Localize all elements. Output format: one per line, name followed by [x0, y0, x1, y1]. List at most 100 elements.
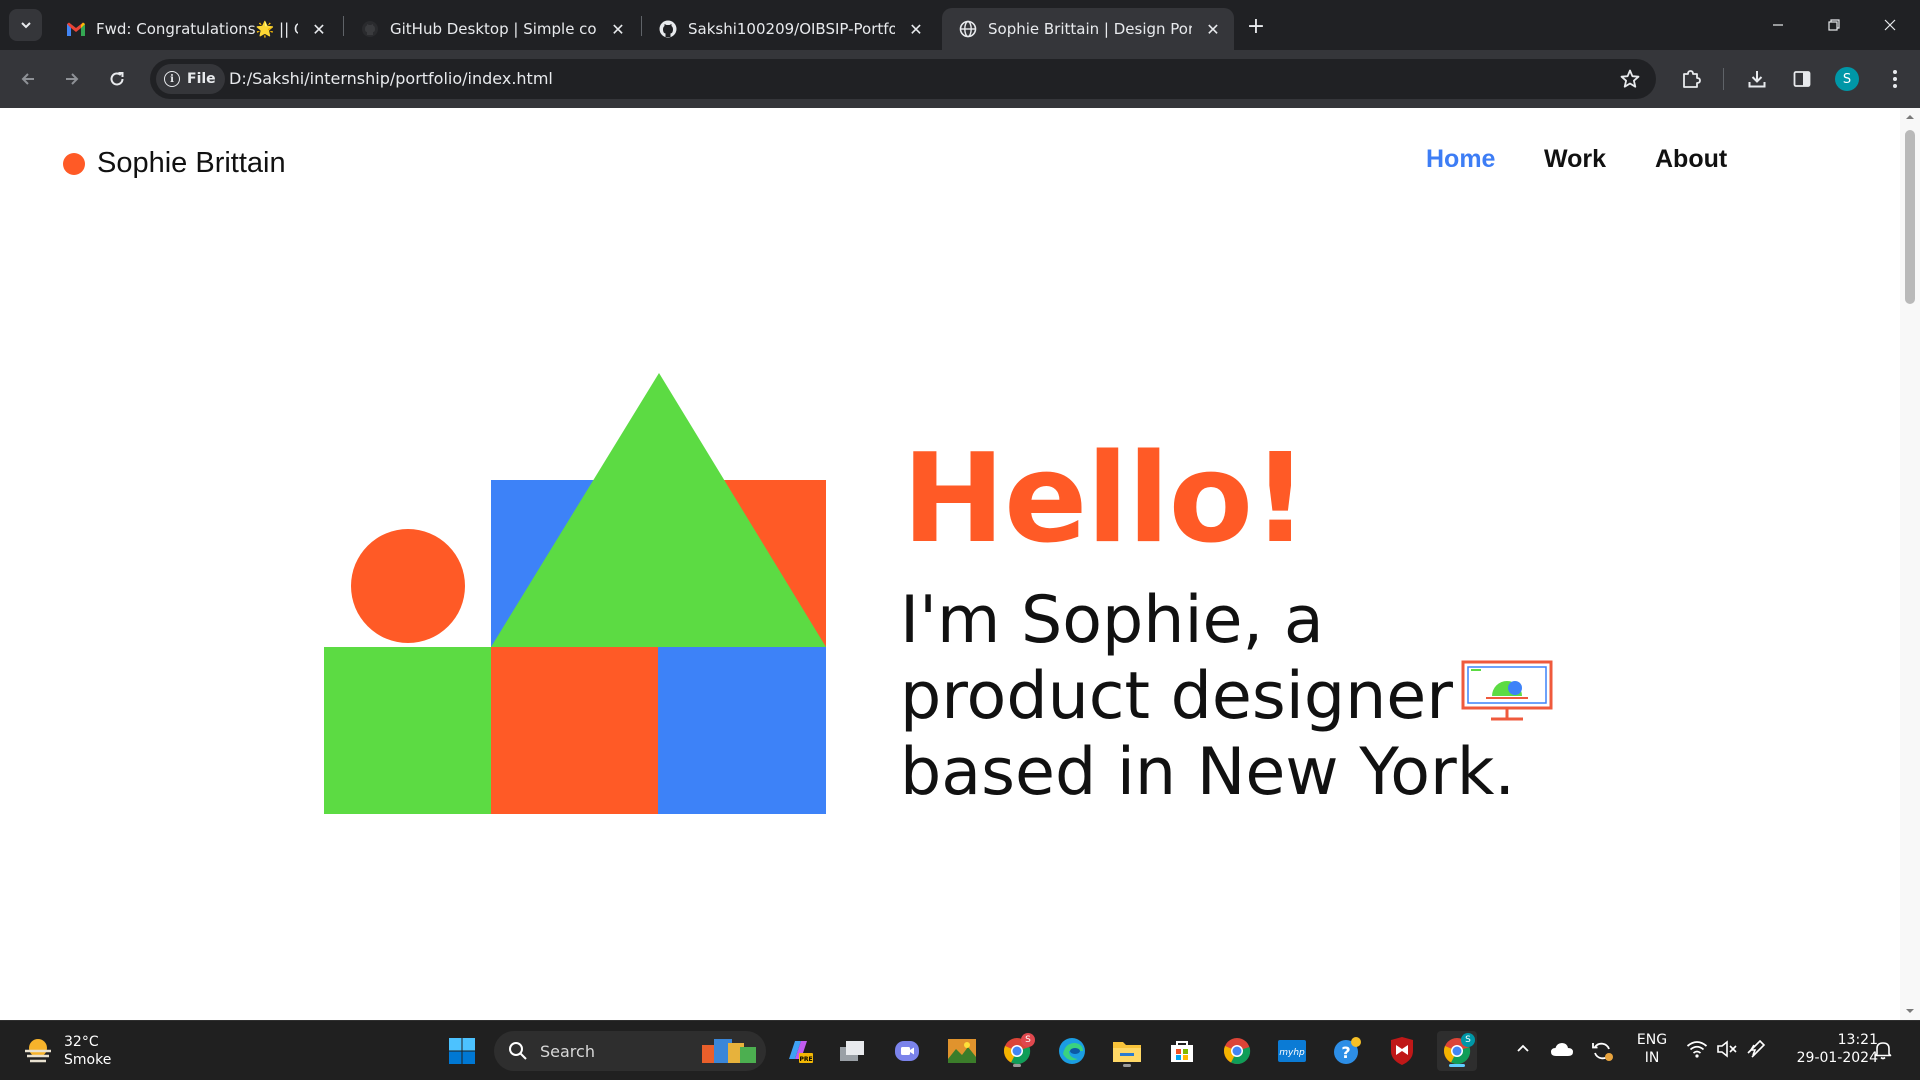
- restore-icon: [1828, 19, 1840, 31]
- arrow-left-icon: [21, 73, 34, 85]
- language-indicator[interactable]: ENG IN: [1630, 1031, 1674, 1067]
- onedrive-button[interactable]: [1550, 1040, 1574, 1058]
- task-view-button[interactable]: [832, 1031, 872, 1071]
- bookmark-star-button[interactable]: [1618, 67, 1642, 95]
- video-chat-icon: [895, 1041, 919, 1061]
- downloads-button[interactable]: [1741, 63, 1773, 95]
- battery-button[interactable]: [1745, 1040, 1767, 1058]
- nav-work-link[interactable]: Work: [1544, 145, 1606, 174]
- scroll-down-arrow-icon[interactable]: [1905, 1006, 1915, 1016]
- restore-button[interactable]: [1806, 0, 1862, 50]
- weather-widget[interactable]: 32°C Smoke: [22, 1033, 111, 1069]
- clock[interactable]: 13:21 29-01-2024: [1782, 1031, 1878, 1067]
- chrome-active-app[interactable]: S: [1437, 1031, 1477, 1071]
- new-tab-button[interactable]: +: [1242, 12, 1270, 40]
- weather-temperature: 32°C: [64, 1034, 99, 1050]
- globe-icon: [958, 19, 978, 39]
- notifications-button[interactable]: [1874, 1040, 1892, 1060]
- star-icon: [1620, 69, 1640, 88]
- close-window-button[interactable]: [1862, 0, 1918, 50]
- close-tab-icon[interactable]: ✕: [1202, 18, 1224, 40]
- orange-square: [491, 647, 658, 814]
- windows-logo-icon: [449, 1038, 475, 1064]
- mcafee-app[interactable]: [1382, 1031, 1422, 1071]
- address-bar[interactable]: i File D:/Sakshi/internship/portfolio/in…: [150, 59, 1656, 99]
- help-icon: ?: [1334, 1037, 1361, 1064]
- tab-search-button[interactable]: [9, 9, 42, 41]
- site-info-chip[interactable]: i File: [156, 64, 225, 94]
- scroll-up-arrow-icon[interactable]: [1905, 112, 1915, 122]
- edge-icon: [1059, 1038, 1085, 1064]
- active-indicator: [1449, 1064, 1465, 1067]
- search-label: Search: [540, 1041, 595, 1061]
- logo-dot: [63, 152, 85, 175]
- extensions-button[interactable]: [1675, 63, 1707, 95]
- file-explorer-app[interactable]: [1107, 1031, 1147, 1071]
- chrome-app[interactable]: [1217, 1031, 1257, 1071]
- tab-gmail[interactable]: Fwd: Congratulations🌟 || Offer ✕: [50, 8, 340, 50]
- clock-date: 29-01-2024: [1796, 1050, 1878, 1066]
- mcafee-shield-icon: [1391, 1037, 1413, 1065]
- photos-gallery-app[interactable]: [942, 1031, 982, 1071]
- copilot-app[interactable]: PRE: [778, 1031, 818, 1071]
- tab-title: Sakshi100209/OIBSIP-Portfolio: [688, 20, 895, 38]
- close-tab-icon[interactable]: ✕: [308, 18, 330, 40]
- microsoft-store-app[interactable]: [1162, 1031, 1202, 1071]
- speaker-muted-icon: [1717, 1040, 1737, 1058]
- chevron-down-icon: [20, 22, 31, 29]
- nav-about-link[interactable]: About: [1655, 145, 1727, 174]
- green-square: [324, 647, 491, 814]
- teams-chat-app[interactable]: [887, 1031, 927, 1071]
- chrome-icon: [1224, 1038, 1251, 1065]
- volume-button[interactable]: [1716, 1040, 1738, 1058]
- chrome-profile-app[interactable]: S: [997, 1031, 1037, 1071]
- weather-condition: Smoke: [64, 1052, 112, 1068]
- url-text[interactable]: D:/Sakshi/internship/portfolio/index.htm…: [229, 69, 553, 88]
- tab-title: GitHub Desktop | Simple collab: [390, 20, 597, 38]
- back-button[interactable]: [12, 63, 44, 95]
- side-panel-button[interactable]: [1786, 63, 1818, 95]
- profile-avatar[interactable]: S: [1835, 67, 1859, 91]
- more-vertical-icon: [1893, 70, 1897, 88]
- windows-taskbar: 32°C Smoke Search PRE S myhp ? S ENG IN …: [0, 1020, 1920, 1080]
- tab-github-repo[interactable]: Sakshi100209/OIBSIP-Portfolio ✕: [642, 8, 937, 50]
- region-code: IN: [1644, 1050, 1660, 1066]
- get-help-app[interactable]: ?: [1327, 1031, 1367, 1071]
- show-hidden-icons-button[interactable]: [1515, 1040, 1531, 1056]
- page-scrollbar[interactable]: [1900, 108, 1920, 1020]
- reload-button[interactable]: [101, 63, 133, 95]
- hero-intro: I'm Sophie, a product designer based in …: [900, 583, 1553, 811]
- hero-shapes-illustration: [324, 373, 826, 814]
- taskbar-search-box[interactable]: Search: [494, 1031, 766, 1071]
- scroll-thumb[interactable]: [1905, 130, 1915, 304]
- start-button[interactable]: [442, 1031, 482, 1071]
- puzzle-icon: [1683, 70, 1701, 88]
- orange-circle: [351, 529, 465, 643]
- chrome-menu-button[interactable]: [1879, 63, 1911, 95]
- myhp-app[interactable]: myhp: [1272, 1031, 1312, 1071]
- clock-time: 13:21: [1837, 1032, 1878, 1048]
- site-logo[interactable]: Sophie Brittain: [63, 147, 286, 180]
- github-icon: [360, 19, 380, 39]
- tab-strip: Fwd: Congratulations🌟 || Offer ✕ GitHub …: [0, 0, 1920, 50]
- chevron-up-icon: [1517, 1044, 1529, 1052]
- svg-text:PRE: PRE: [799, 1056, 812, 1063]
- search-highlight-icon: [702, 1039, 756, 1063]
- store-icon: [1171, 1041, 1193, 1062]
- intro-line-3: based in New York.: [900, 735, 1516, 810]
- running-indicator: [1123, 1064, 1131, 1067]
- weather-haze-icon: [25, 1039, 51, 1063]
- nav-home-link[interactable]: Home: [1426, 145, 1495, 174]
- close-tab-icon[interactable]: ✕: [905, 18, 927, 40]
- wifi-button[interactable]: [1686, 1040, 1708, 1058]
- close-tab-icon[interactable]: ✕: [607, 18, 629, 40]
- forward-button[interactable]: [56, 63, 88, 95]
- tab-github-desktop[interactable]: GitHub Desktop | Simple collab ✕: [344, 8, 639, 50]
- sync-status-button[interactable]: [1590, 1040, 1614, 1062]
- minimize-button[interactable]: [1750, 0, 1806, 50]
- tab-portfolio[interactable]: Sophie Brittain | Design Portfolio ✕: [942, 8, 1234, 50]
- gmail-icon: [66, 19, 86, 39]
- tab-title: Fwd: Congratulations🌟 || Offer: [96, 20, 298, 38]
- sync-icon: [1592, 1042, 1613, 1061]
- edge-app[interactable]: [1052, 1031, 1092, 1071]
